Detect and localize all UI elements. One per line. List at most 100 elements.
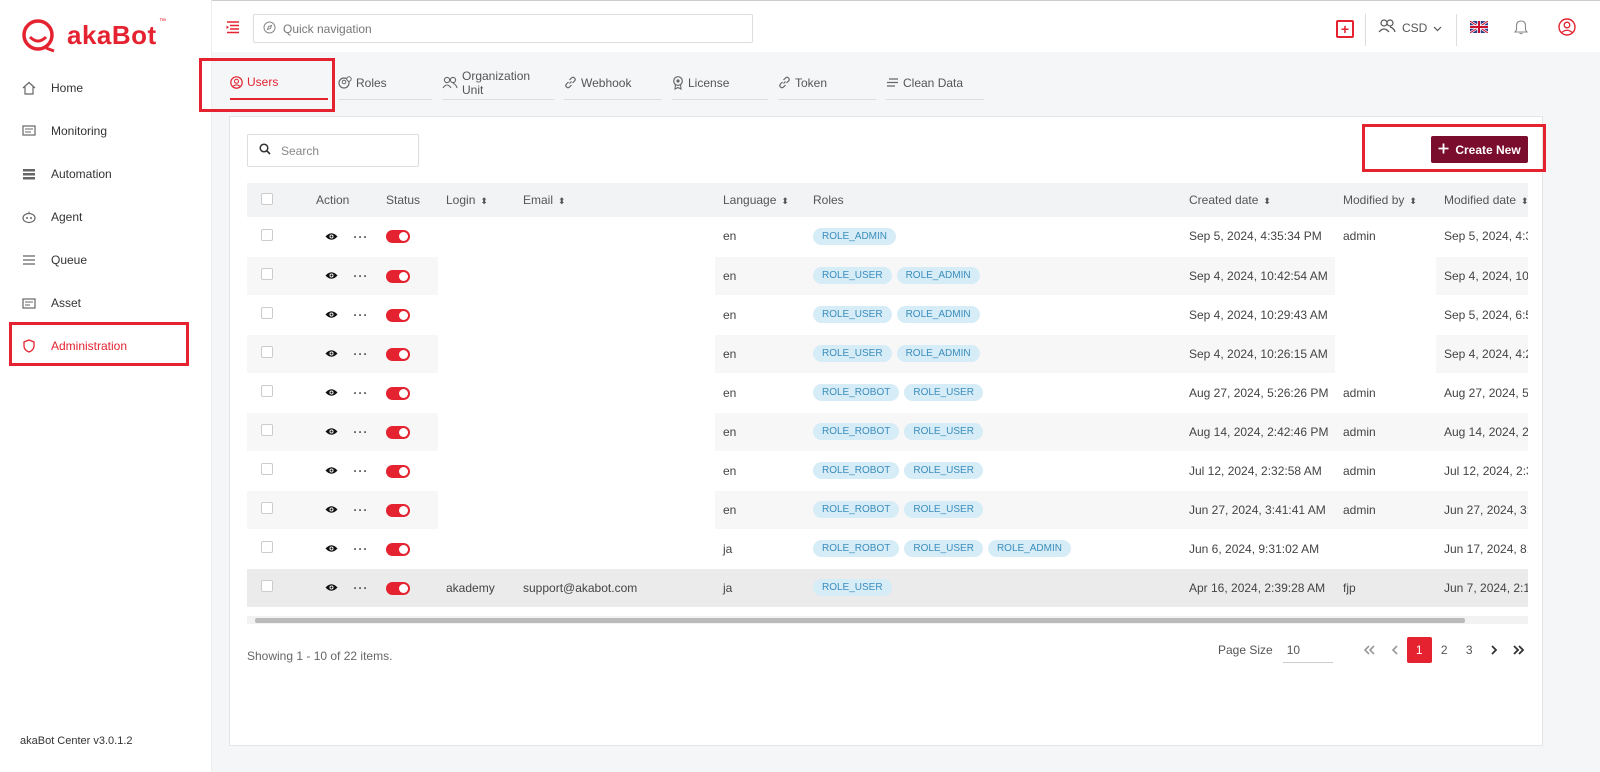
row-checkbox[interactable] <box>261 346 273 358</box>
view-eye-icon[interactable] <box>325 386 338 400</box>
last-page-icon[interactable] <box>1507 637 1532 663</box>
status-toggle[interactable] <box>386 230 410 244</box>
more-options-icon[interactable]: ··· <box>353 464 368 478</box>
next-page-icon[interactable] <box>1482 637 1507 663</box>
horizontal-scrollbar[interactable] <box>247 616 1528 624</box>
tab-roles[interactable]: Roles <box>338 66 432 100</box>
table-row[interactable]: ··· en ROLE_ROBOT ROLE_USER Jul 12, 2024,… <box>247 451 1528 491</box>
view-eye-icon[interactable] <box>325 230 338 244</box>
roles-icon <box>338 75 352 90</box>
bell-icon[interactable] <box>1513 19 1529 38</box>
tab-label: Clean Data <box>903 75 964 90</box>
sidebar-item-administration[interactable]: Administration <box>0 324 212 367</box>
scrollbar-thumb[interactable] <box>255 618 1465 623</box>
quick-navigation-input[interactable]: Quick navigation <box>253 14 753 43</box>
sidebar-item-automation[interactable]: Automation <box>0 152 212 195</box>
status-toggle[interactable] <box>386 464 410 478</box>
column-header-created-date[interactable]: Created date ⬍ <box>1181 183 1335 217</box>
row-status <box>378 334 438 374</box>
page-2-button[interactable]: 2 <box>1432 637 1457 663</box>
row-checkbox[interactable] <box>261 580 273 592</box>
column-header-modified-by[interactable]: Modified by ⬍ <box>1335 183 1436 217</box>
status-toggle[interactable] <box>386 425 410 439</box>
akabot-logo[interactable]: akaBot ™ <box>20 18 166 54</box>
tab-token[interactable]: Token <box>778 66 876 100</box>
create-new-button[interactable]: Create New <box>1431 136 1528 163</box>
row-checkbox[interactable] <box>261 228 273 241</box>
row-checkbox[interactable] <box>261 424 273 436</box>
view-eye-icon[interactable] <box>325 464 338 478</box>
more-options-icon[interactable]: ··· <box>353 308 368 322</box>
status-toggle[interactable] <box>386 308 410 322</box>
more-options-icon[interactable]: ··· <box>353 425 368 439</box>
tab-clean-data[interactable]: Clean Data <box>886 66 984 100</box>
table-row[interactable]: ··· akademy support@akabot.com ja ROLE_U… <box>247 568 1528 608</box>
view-eye-icon[interactable] <box>325 542 338 556</box>
more-options-icon[interactable]: ··· <box>353 503 368 517</box>
status-toggle[interactable] <box>386 386 410 400</box>
sidebar-item-monitoring[interactable]: Monitoring <box>0 109 212 152</box>
table-row[interactable]: ··· en ROLE_ROBOT ROLE_USER Jun 27, 2024,… <box>247 490 1528 530</box>
row-checkbox[interactable] <box>261 268 273 280</box>
column-header-modified-date[interactable]: Modified date ⬍ <box>1436 183 1528 217</box>
status-toggle[interactable] <box>386 269 410 283</box>
more-options-icon[interactable]: ··· <box>353 269 368 283</box>
tenant-selector[interactable]: CSD <box>1378 19 1442 36</box>
table-row[interactable]: ··· en ROLE_ROBOT ROLE_USER Aug 27, 2024,… <box>247 373 1528 413</box>
view-eye-icon[interactable] <box>325 308 338 322</box>
tab-users[interactable]: Users <box>230 66 328 100</box>
status-toggle[interactable] <box>386 542 410 556</box>
row-checkbox[interactable] <box>261 463 273 475</box>
add-icon[interactable]: + <box>1336 20 1354 38</box>
more-options-icon[interactable]: ··· <box>353 581 368 595</box>
previous-page-icon[interactable] <box>1382 637 1407 663</box>
column-header-email[interactable]: Email ⬍ <box>515 183 715 217</box>
table-row[interactable]: ··· en ROLE_ROBOT ROLE_USER Aug 14, 2024,… <box>247 412 1528 452</box>
tab-organization-unit[interactable]: Organization Unit <box>442 66 554 100</box>
table-row[interactable]: ··· en ROLE_USER ROLE_ADMIN Sep 4, 2024, … <box>247 295 1528 335</box>
row-email <box>515 490 715 530</box>
user-avatar-icon[interactable] <box>1558 18 1576 39</box>
view-eye-icon[interactable] <box>325 425 338 439</box>
table-row[interactable]: ··· en ROLE_USER ROLE_ADMIN Sep 4, 2024, … <box>247 256 1528 296</box>
table-row[interactable]: ··· ja ROLE_ROBOT ROLE_USER ROLE_ADMIN Jun… <box>247 529 1528 569</box>
row-checkbox[interactable] <box>261 541 273 553</box>
status-toggle[interactable] <box>386 503 410 517</box>
sidebar-item-agent[interactable]: Agent <box>0 195 212 238</box>
status-toggle[interactable] <box>386 347 410 361</box>
users-table-container[interactable]: Action Status Login ⬍ Email ⬍ Language ⬍ Ro… <box>247 183 1528 615</box>
more-options-icon[interactable]: ··· <box>353 386 368 400</box>
row-modified-by <box>1335 529 1436 569</box>
status-toggle[interactable] <box>386 581 410 595</box>
sidebar-item-queue[interactable]: Queue <box>0 238 212 281</box>
view-eye-icon[interactable] <box>325 347 338 361</box>
sidebar-item-asset[interactable]: Asset <box>0 281 212 324</box>
view-eye-icon[interactable] <box>325 581 338 595</box>
sidebar-item-home[interactable]: Home <box>0 66 212 109</box>
more-options-icon[interactable]: ··· <box>353 230 368 244</box>
column-header-login[interactable]: Login ⬍ <box>438 183 515 217</box>
select-all-checkbox[interactable] <box>261 192 273 205</box>
row-status <box>378 256 438 296</box>
view-eye-icon[interactable] <box>325 269 338 283</box>
row-created-date: Sep 4, 2024, 10:29:43 AM <box>1181 295 1335 335</box>
page-size-input[interactable]: 10 <box>1282 637 1333 663</box>
view-eye-icon[interactable] <box>325 503 338 517</box>
menu-toggle-icon[interactable] <box>225 19 243 37</box>
page-3-button[interactable]: 3 <box>1457 637 1482 663</box>
first-page-icon[interactable] <box>1357 637 1382 663</box>
uk-flag-icon[interactable] <box>1469 19 1489 35</box>
tab-webhook[interactable]: Webhook <box>564 66 662 100</box>
table-row[interactable]: ··· en ROLE_ADMIN Sep 5, 2024, 4:35:34 P… <box>247 217 1528 257</box>
row-language: en <box>715 451 805 491</box>
column-header-language[interactable]: Language ⬍ <box>715 183 805 217</box>
search-input[interactable]: Search <box>247 134 419 167</box>
table-row[interactable]: ··· en ROLE_USER ROLE_ADMIN Sep 4, 2024, … <box>247 334 1528 374</box>
row-checkbox[interactable] <box>261 502 273 514</box>
row-checkbox[interactable] <box>261 385 273 397</box>
page-1-button[interactable]: 1 <box>1406 637 1432 663</box>
row-checkbox[interactable] <box>261 307 273 319</box>
more-options-icon[interactable]: ··· <box>353 542 368 556</box>
more-options-icon[interactable]: ··· <box>353 347 368 361</box>
tab-license[interactable]: License <box>672 66 768 100</box>
